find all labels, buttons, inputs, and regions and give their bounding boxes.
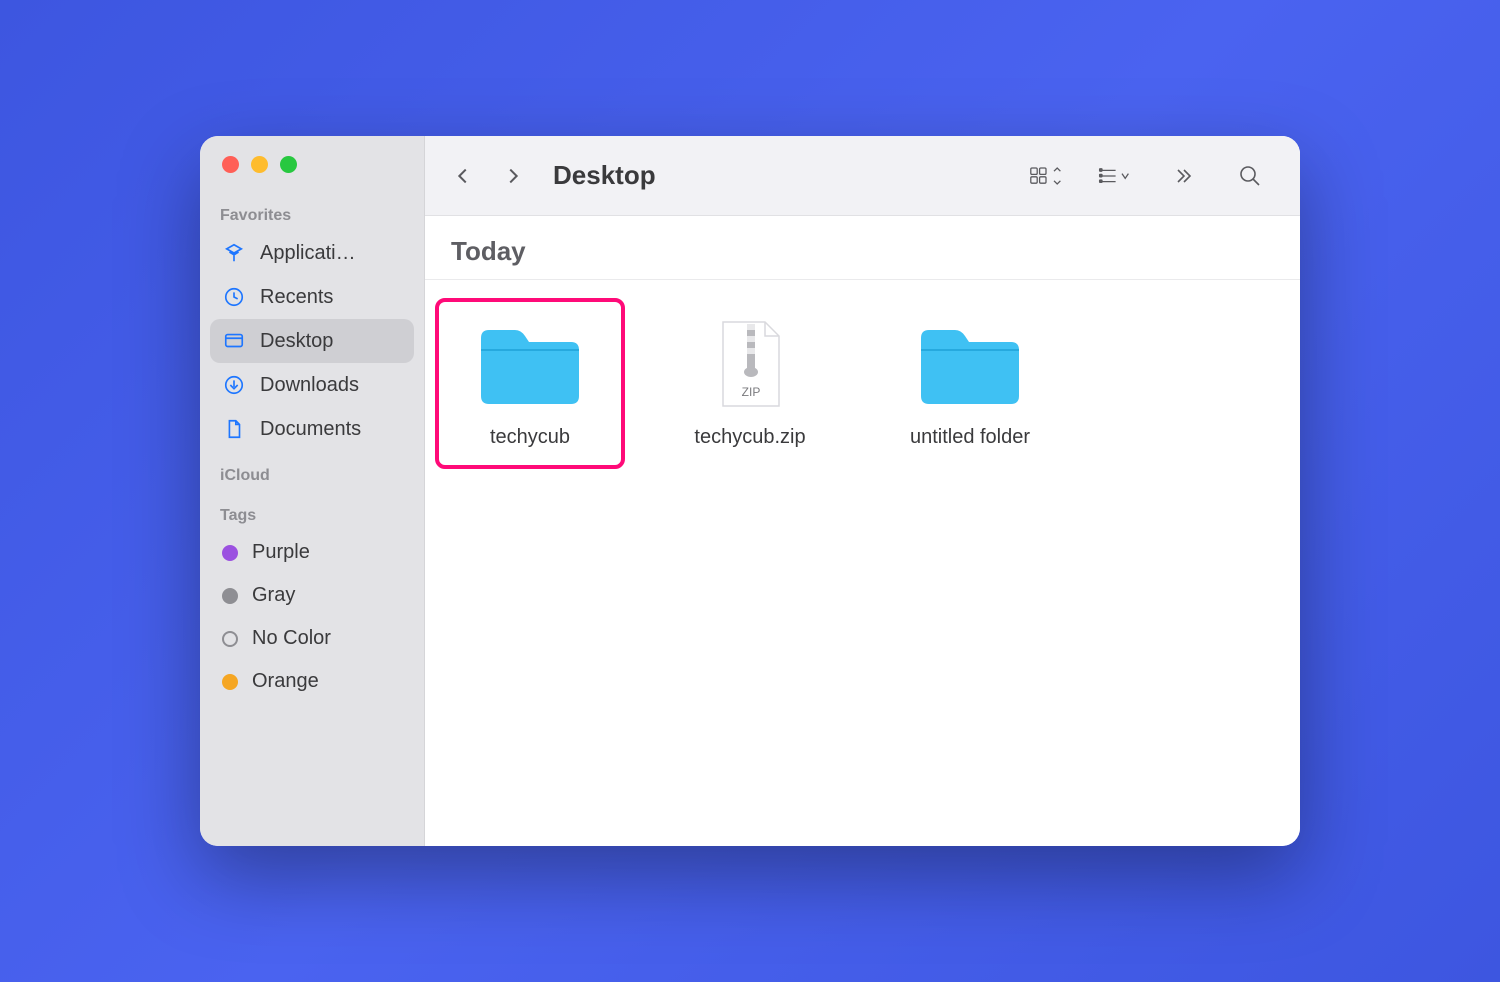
downloads-icon	[222, 373, 246, 397]
tag-dot-icon	[222, 545, 238, 561]
sidebar-tag-purple[interactable]: Purple	[210, 531, 414, 574]
more-toolbar-button[interactable]	[1158, 156, 1206, 196]
zip-file-icon: ZIP	[690, 314, 810, 414]
sidebar-group-favorites-label: Favorites	[210, 201, 414, 231]
close-window-button[interactable]	[222, 156, 239, 173]
folder-icon	[470, 314, 590, 414]
clock-icon	[222, 285, 246, 309]
tag-dot-icon	[222, 674, 238, 690]
sidebar-item-label: Applicati…	[260, 242, 356, 265]
location-title: Desktop	[553, 160, 656, 191]
applications-icon	[222, 241, 246, 265]
window-controls	[210, 156, 414, 173]
sidebar-group-icloud-label: iCloud	[210, 461, 414, 491]
sidebar-item-documents[interactable]: Documents	[210, 407, 414, 451]
section-heading: Today	[425, 216, 1300, 280]
svg-text:ZIP: ZIP	[742, 385, 761, 399]
forward-button[interactable]	[493, 156, 533, 196]
back-button[interactable]	[443, 156, 483, 196]
sidebar-tag-label: Gray	[252, 584, 295, 607]
file-item-untitled-folder[interactable]: untitled folder	[875, 298, 1065, 469]
sidebar-tag-nocolor[interactable]: No Color	[210, 617, 414, 660]
minimize-window-button[interactable]	[251, 156, 268, 173]
file-item-techycub[interactable]: techycub	[435, 298, 625, 469]
folder-icon	[910, 314, 1030, 414]
main-panel: Desktop	[425, 136, 1300, 846]
file-label: untitled folder	[910, 426, 1030, 449]
finder-window: Favorites Applicati… Recents Desktop Dow…	[200, 136, 1300, 846]
sidebar-item-recents[interactable]: Recents	[210, 275, 414, 319]
search-button[interactable]	[1226, 156, 1274, 196]
file-label: techycub.zip	[694, 426, 805, 449]
sidebar-tag-label: No Color	[252, 627, 331, 650]
sidebar-tag-gray[interactable]: Gray	[210, 574, 414, 617]
tag-dot-icon	[222, 588, 238, 604]
sidebar-item-desktop[interactable]: Desktop	[210, 319, 414, 363]
zoom-window-button[interactable]	[280, 156, 297, 173]
sidebar-item-label: Desktop	[260, 330, 333, 353]
desktop-icon	[222, 329, 246, 353]
tag-dot-icon	[222, 631, 238, 647]
sidebar-item-downloads[interactable]: Downloads	[210, 363, 414, 407]
sidebar-group-tags-label: Tags	[210, 501, 414, 531]
file-label: techycub	[490, 426, 570, 449]
sidebar-tag-label: Purple	[252, 541, 310, 564]
sidebar-item-applications[interactable]: Applicati…	[210, 231, 414, 275]
sidebar-item-label: Recents	[260, 286, 333, 309]
sidebar-tag-orange[interactable]: Orange	[210, 660, 414, 703]
file-item-techycub-zip[interactable]: ZIP techycub.zip	[655, 298, 845, 469]
sidebar: Favorites Applicati… Recents Desktop Dow…	[200, 136, 425, 846]
sidebar-item-label: Documents	[260, 418, 361, 441]
toolbar: Desktop	[425, 136, 1300, 216]
view-switcher-button[interactable]	[1022, 156, 1070, 196]
file-grid: techycub ZIP techycub.zip	[425, 280, 1300, 487]
sidebar-item-label: Downloads	[260, 374, 359, 397]
sidebar-tag-label: Orange	[252, 670, 319, 693]
group-by-button[interactable]	[1090, 156, 1138, 196]
documents-icon	[222, 417, 246, 441]
